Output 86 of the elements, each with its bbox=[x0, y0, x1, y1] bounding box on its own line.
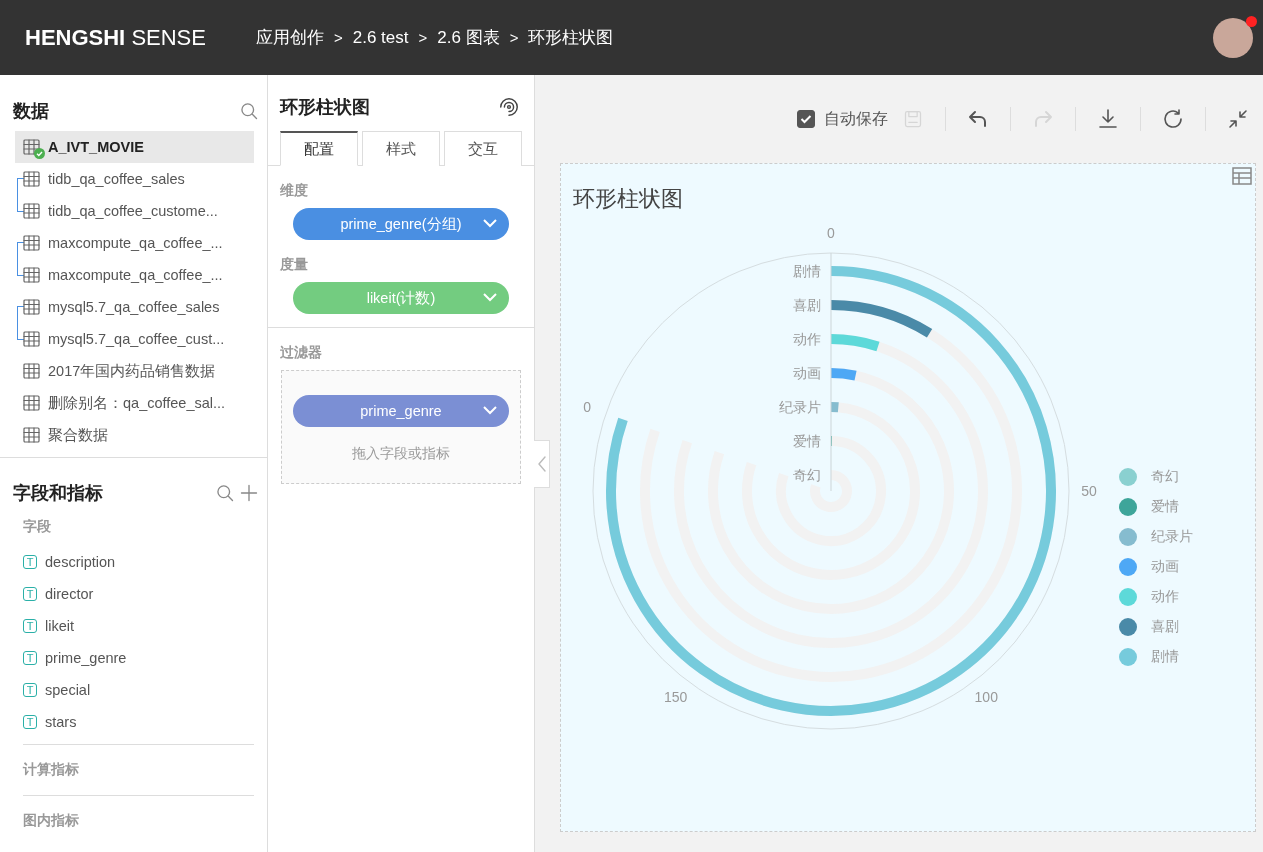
dataset-item[interactable]: 聚合数据 bbox=[15, 419, 254, 451]
text-type-icon: T bbox=[23, 651, 37, 665]
text-type-icon: T bbox=[23, 587, 37, 601]
dataset-item[interactable]: mysql5.7_qa_coffee_cust... bbox=[15, 323, 254, 355]
table-icon bbox=[23, 235, 40, 251]
section-title: 图内指标 bbox=[22, 811, 80, 830]
search-icon bbox=[215, 483, 235, 503]
tab[interactable]: 交互 bbox=[444, 131, 522, 166]
tab[interactable]: 配置 bbox=[280, 131, 358, 166]
tree-connector bbox=[17, 178, 24, 212]
chevron-icon bbox=[483, 405, 497, 415]
field-item[interactable]: T stars bbox=[0, 706, 267, 738]
tree-connector bbox=[17, 306, 24, 340]
category-label: 爱情 bbox=[793, 433, 821, 449]
chevron-left-icon bbox=[536, 455, 547, 473]
breadcrumb-separator: > bbox=[333, 29, 343, 46]
autosave-label: 自动保存 bbox=[824, 108, 888, 129]
table-icon bbox=[23, 395, 40, 411]
tick-label: 0 bbox=[827, 225, 835, 241]
save-icon bbox=[903, 109, 923, 129]
dataset-item[interactable]: 2017年国内药品销售数据 bbox=[15, 355, 254, 387]
section-title: 维度 bbox=[279, 181, 309, 200]
table-icon bbox=[23, 139, 40, 155]
plus-icon bbox=[239, 483, 259, 503]
collapse-handle[interactable] bbox=[534, 440, 550, 488]
table-icon bbox=[23, 299, 40, 315]
drop-hint: 拖入字段或指标 bbox=[352, 445, 450, 463]
brand-logo: HENGSHI SENSE bbox=[25, 24, 206, 51]
breadcrumb-link[interactable]: 应用创作 bbox=[255, 26, 324, 49]
dataset-item[interactable]: 删除别名：qa_coffee_sal... bbox=[15, 387, 254, 419]
dataset-item[interactable]: tidb_qa_coffee_custome... bbox=[15, 195, 254, 227]
breadcrumb-separator: > bbox=[509, 29, 519, 46]
panel-title: 字段和指标 bbox=[13, 482, 103, 505]
category-label: 动作 bbox=[793, 331, 821, 347]
dataset-item[interactable]: mysql5.7_qa_coffee_sales bbox=[15, 291, 254, 323]
dataset-item[interactable]: tidb_qa_coffee_sales bbox=[15, 163, 254, 195]
tick-label: 50 bbox=[1081, 483, 1097, 499]
breadcrumb-link[interactable]: 2.6 图表 bbox=[437, 26, 500, 49]
tick-label: 150 bbox=[664, 689, 688, 706]
panel-title: 数据 bbox=[13, 100, 49, 123]
table-icon bbox=[23, 267, 40, 283]
section-title: 字段 bbox=[22, 517, 52, 536]
text-type-icon: T bbox=[23, 715, 37, 729]
tab[interactable]: 样式 bbox=[362, 131, 440, 166]
shrink-icon bbox=[1226, 107, 1250, 131]
table-icon bbox=[23, 331, 40, 347]
section-title: 计算指标 bbox=[21, 760, 80, 779]
breadcrumb-link[interactable]: 2.6 test bbox=[352, 27, 409, 48]
autosave-checkbox[interactable] bbox=[797, 110, 815, 128]
table-corner-icon bbox=[1232, 167, 1252, 185]
chevron-icon bbox=[483, 218, 497, 228]
chevron-icon bbox=[483, 292, 497, 302]
section-title: 度量 bbox=[279, 255, 309, 274]
field-item[interactable]: T director bbox=[0, 578, 267, 610]
text-type-icon: T bbox=[23, 555, 37, 569]
category-label: 纪录片 bbox=[779, 399, 821, 415]
tree-connector bbox=[17, 242, 24, 276]
table-icon bbox=[23, 171, 40, 187]
field-item[interactable]: T description bbox=[0, 546, 267, 578]
field-item[interactable]: T special bbox=[0, 674, 267, 706]
field-item[interactable]: T likeit bbox=[0, 610, 267, 642]
category-label: 动画 bbox=[793, 365, 821, 381]
chart-title: 环形柱状图 bbox=[573, 185, 683, 213]
table-icon bbox=[23, 427, 40, 443]
text-type-icon: T bbox=[23, 683, 37, 697]
table-icon bbox=[23, 363, 40, 379]
panel-title: 环形柱状图 bbox=[280, 96, 370, 119]
checkmark-icon bbox=[800, 114, 812, 124]
category-label: 剧情 bbox=[793, 263, 821, 279]
tick-label: 100 bbox=[974, 689, 998, 706]
table-icon bbox=[23, 203, 40, 219]
breadcrumb-separator: > bbox=[418, 29, 428, 46]
text-type-icon: T bbox=[23, 619, 37, 633]
spiral-icon bbox=[498, 96, 520, 118]
field-item[interactable]: T prime_genre bbox=[0, 642, 267, 674]
refresh-icon bbox=[1161, 107, 1185, 131]
dataset-item[interactable]: maxcompute_qa_coffee_... bbox=[15, 227, 254, 259]
section-title: 过滤器 bbox=[279, 343, 323, 362]
download-icon bbox=[1096, 107, 1120, 131]
category-label: 奇幻 bbox=[793, 467, 821, 483]
tick-label: 0 bbox=[583, 399, 591, 415]
search-icon bbox=[239, 101, 259, 121]
breadcrumb-link[interactable]: 环形柱状图 bbox=[528, 26, 614, 49]
category-label: 喜剧 bbox=[793, 297, 821, 313]
dataset-item[interactable]: A_IVT_MOVIE bbox=[15, 131, 254, 163]
dataset-item[interactable]: maxcompute_qa_coffee_... bbox=[15, 259, 254, 291]
